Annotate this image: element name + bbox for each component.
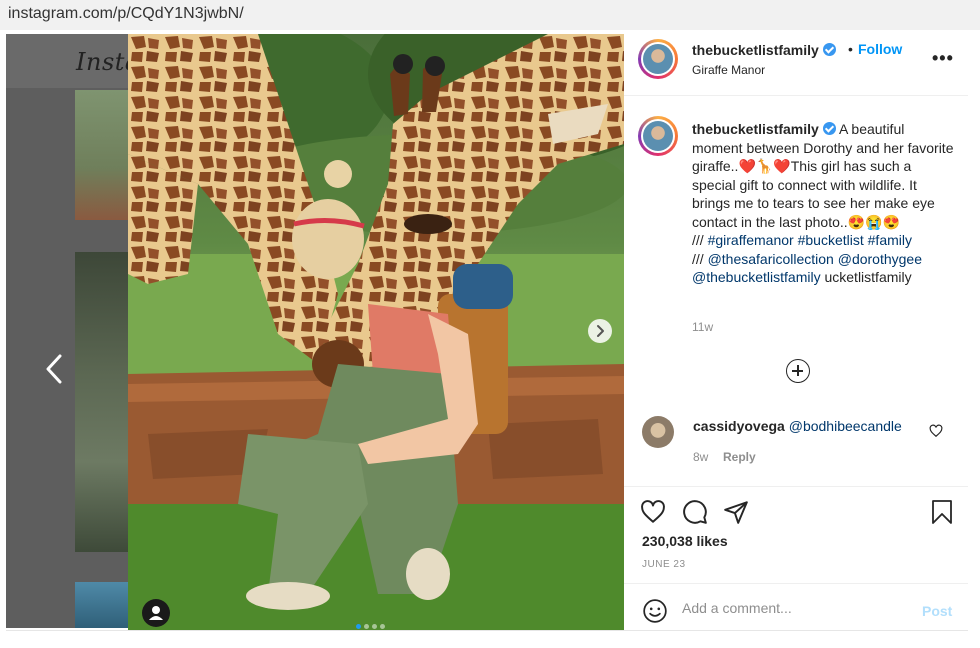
mention-link[interactable]: @dorothygee: [838, 251, 922, 267]
comment-text: cassidyovega @bodhibeecandle: [693, 418, 902, 434]
carousel-dot: [364, 624, 369, 629]
url-bar[interactable]: instagram.com/p/CQdY1N3jwbN/: [0, 0, 980, 30]
hashtag-link[interactable]: #bucketlist: [798, 232, 864, 248]
save-button[interactable]: [930, 499, 954, 530]
author-username[interactable]: thebucketlistfamily: [692, 42, 836, 58]
like-count[interactable]: 230,038 likes: [642, 533, 728, 549]
heart-outline-icon: [929, 424, 943, 438]
like-comment-button[interactable]: [929, 424, 943, 443]
more-options-icon[interactable]: •••: [932, 48, 954, 69]
emoji-picker-button[interactable]: [642, 598, 668, 629]
mention-link[interactable]: @thebucketlistfamily: [692, 269, 821, 285]
caption-trailing-text: ucketlistfamily: [824, 269, 912, 285]
caption-prefix: ///: [692, 250, 708, 267]
like-button[interactable]: [640, 499, 666, 530]
comment-bubble-icon: [683, 500, 707, 524]
user-tag-icon: [149, 606, 163, 620]
comment-mention-link[interactable]: @bodhibeecandle: [789, 418, 902, 434]
hashtag-link[interactable]: #giraffemanor: [708, 232, 794, 248]
reply-button[interactable]: Reply: [723, 450, 756, 464]
caption-author-avatar[interactable]: [638, 116, 678, 156]
carousel-dot: [356, 624, 361, 629]
caption-timestamp[interactable]: 11w: [692, 320, 713, 334]
post-comment-button[interactable]: Post: [922, 603, 952, 619]
chevron-left-icon: [46, 354, 62, 384]
verified-badge-icon: [822, 43, 836, 56]
post-date[interactable]: JUNE 23: [642, 559, 686, 570]
heart-eyes-emoji: 😍😭😍: [847, 213, 900, 230]
share-button[interactable]: [723, 499, 749, 530]
background-thumbnail: [75, 252, 128, 552]
paper-plane-icon: [724, 501, 748, 524]
url-text[interactable]: instagram.com/p/CQdY1N3jwbN/: [8, 5, 244, 23]
comment-button[interactable]: [682, 499, 708, 530]
location-link[interactable]: Giraffe Manor: [692, 63, 765, 77]
verified-badge-icon: [822, 122, 836, 135]
heart-giraffe-emoji: ❤️🦒❤️: [738, 158, 791, 174]
commenter-avatar[interactable]: [642, 416, 674, 448]
chevron-right-icon: [597, 325, 604, 337]
tagged-users-button[interactable]: [142, 599, 170, 627]
page-divider: [6, 630, 968, 631]
follow-separator: •: [848, 41, 853, 57]
carousel-dot: [372, 624, 377, 629]
carousel-indicator: [356, 616, 388, 629]
post-header: thebucketlistfamily • Follow Giraffe Man…: [624, 34, 968, 96]
comment-input[interactable]: [682, 600, 902, 616]
carousel-dot: [380, 624, 385, 629]
post-caption: thebucketlistfamily A beautiful moment b…: [692, 120, 954, 287]
dimmed-background-page: Insta: [6, 34, 139, 628]
caption-prefix: ///: [692, 232, 708, 248]
bookmark-icon: [932, 500, 952, 524]
giraffe-photo-illustration: [128, 34, 624, 630]
smiley-face-icon: [643, 599, 667, 623]
follow-button[interactable]: Follow: [858, 41, 902, 57]
post-photo[interactable]: [128, 34, 624, 630]
mention-link[interactable]: @thesafaricollection: [708, 251, 834, 267]
commenter-username[interactable]: cassidyovega: [693, 418, 785, 434]
caption-username[interactable]: thebucketlistfamily: [692, 121, 819, 137]
previous-post-button[interactable]: [42, 352, 68, 386]
comment-timestamp[interactable]: 8w: [693, 450, 708, 464]
background-thumbnail: [75, 582, 128, 628]
load-more-comments-button[interactable]: [786, 359, 810, 383]
heart-outline-icon: [641, 500, 665, 523]
author-avatar[interactable]: [638, 39, 678, 79]
next-slide-button[interactable]: [588, 319, 612, 343]
background-thumbnail: [75, 90, 128, 220]
hashtag-link[interactable]: #family: [868, 232, 912, 248]
